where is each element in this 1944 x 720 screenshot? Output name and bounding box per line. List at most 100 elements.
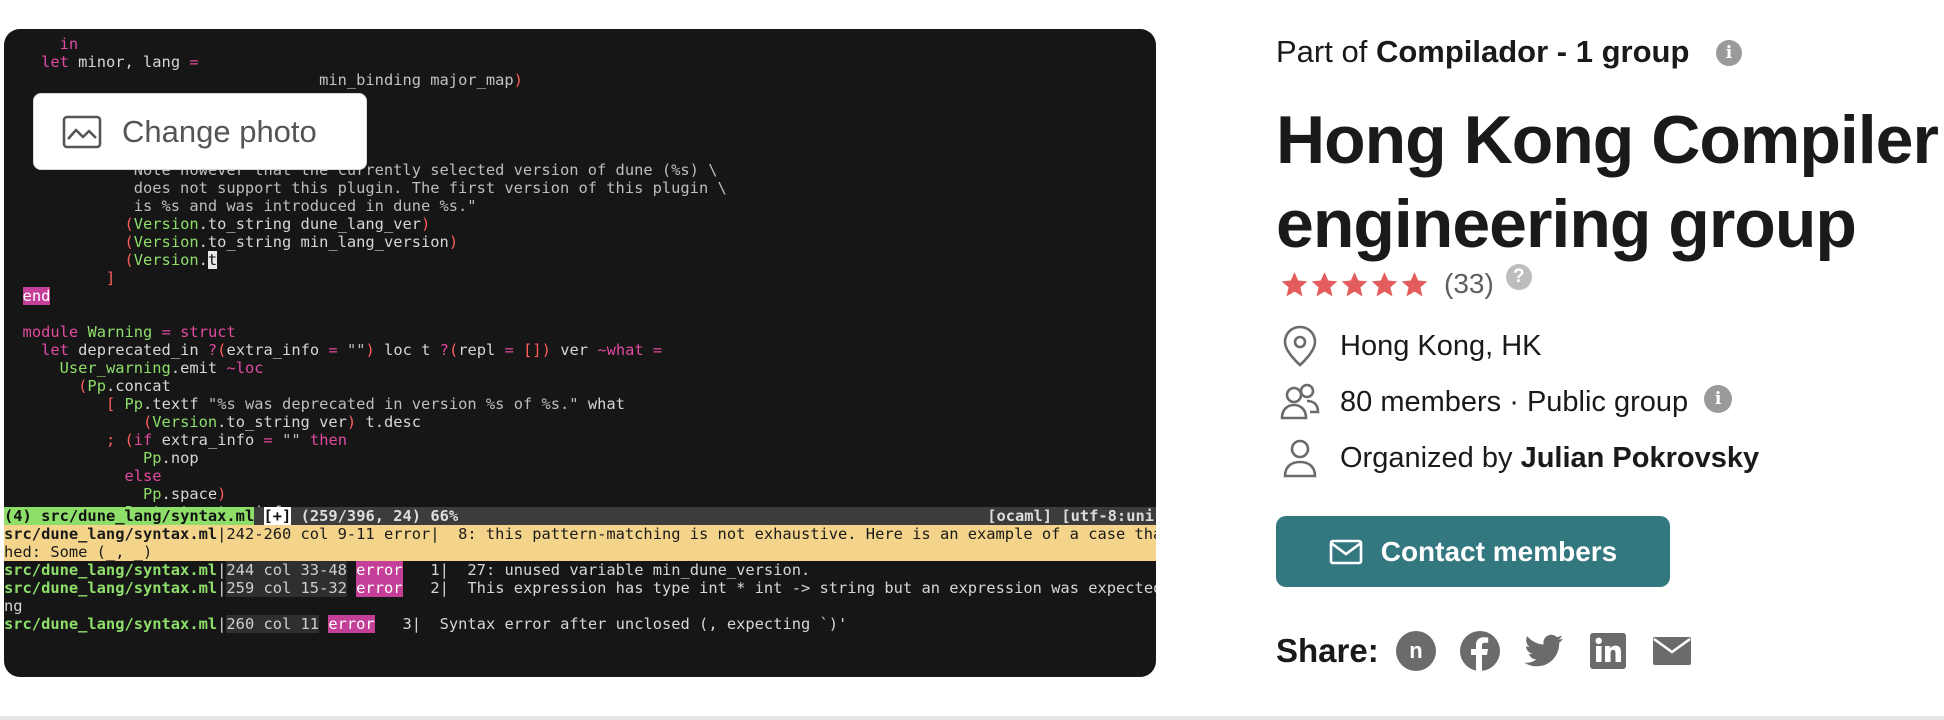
error-row: src/dune_lang/syntax.ml|244 col 33-48 er… [4, 561, 1156, 579]
editor-modeline: (4) src/dune_lang/syntax.ml [+] (259/396… [4, 507, 1156, 525]
error-sep [403, 561, 431, 579]
code-line: module Warning = struct [22, 323, 236, 341]
code-line: User_warning.emit ~loc [59, 359, 264, 377]
error-list: src/dune_lang/syntax.ml|242-260 col 9-11… [4, 525, 1156, 633]
error-level: error [356, 579, 403, 597]
error-file: src/dune_lang/syntax.ml [4, 525, 218, 543]
error-loc: 244 col 33-48 [226, 561, 347, 579]
code-line: let minor, lang = [41, 53, 199, 71]
group-location: Hong Kong, HK [1280, 324, 1542, 368]
email-icon[interactable] [1651, 630, 1693, 672]
modeline-modified: [+] [263, 507, 292, 525]
bottom-divider [0, 716, 1944, 720]
star-icon [1371, 271, 1398, 296]
error-row: ng [4, 597, 1156, 615]
code-line: (Version.to_string ver) t.desc [143, 413, 422, 431]
share-label: Share: [1276, 632, 1379, 669]
organizer-link[interactable]: Julian Pokrovsky [1521, 442, 1760, 475]
error-loc: 242-260 col 9-11 [226, 525, 375, 543]
code-line: ; (if extra_info = "" then [105, 431, 347, 449]
info-icon[interactable]: i [1704, 385, 1733, 413]
modeline-buffer-id: (4) [4, 507, 32, 525]
error-row: src/dune_lang/syntax.ml|242-260 col 9-11… [4, 525, 1156, 543]
info-icon[interactable]: i [1716, 40, 1743, 66]
twitter-icon[interactable] [1523, 630, 1565, 672]
error-level: error [383, 525, 431, 543]
location-pin-icon [1283, 325, 1317, 367]
error-file: src/dune_lang/syntax.ml [4, 615, 218, 633]
code-line: does not support this plugin. The first … [4, 179, 727, 197]
image-icon [62, 115, 102, 148]
part-of-prefix: Part of [1276, 34, 1368, 69]
network-link[interactable]: Compilador - 1 group [1376, 34, 1689, 69]
star-icon [1281, 271, 1308, 296]
star-icon [1401, 271, 1428, 296]
error-row: hed: Some (_, _) [4, 543, 1156, 561]
error-row: src/dune_lang/syntax.ml|260 col 11 error… [4, 615, 1156, 633]
rating-count: (33) [1444, 268, 1494, 299]
svg-text:n: n [1409, 638, 1422, 663]
code-line: let deprecated_in ?(extra_info = "") loc… [41, 341, 663, 359]
error-level: error [328, 615, 375, 633]
error-msg: ng [4, 597, 23, 615]
error-sep: | [439, 561, 468, 579]
error-sep: | [430, 525, 459, 543]
error-msg: Syntax error after unclosed (, expecting… [439, 615, 848, 633]
part-of-line: Part of Compilador - 1 group i [1276, 34, 1743, 70]
group-organizer: Organized by Julian Pokrovsky [1280, 436, 1759, 480]
title-line-2: engineering group [1276, 186, 1857, 262]
code-line: end [22, 287, 51, 305]
star-icon [1311, 271, 1338, 296]
modeline-position: (259/396, 24) 66% [300, 507, 459, 525]
error-sep [375, 615, 403, 633]
error-sep: | [411, 615, 440, 633]
meetup-icon[interactable]: n [1395, 630, 1437, 672]
code-line: Pp.space) [143, 485, 227, 503]
error-msg: hed: Some (_, _) [4, 543, 153, 561]
error-loc: 259 col 15-32 [226, 579, 347, 597]
help-icon[interactable]: ? [1505, 264, 1532, 290]
code-line: (Version.t [124, 251, 218, 269]
error-sep: | [217, 525, 227, 543]
code-line: (Pp.concat [78, 377, 171, 395]
rating[interactable]: (33) ? [1280, 264, 1532, 300]
error-num: 2 [430, 579, 440, 597]
change-photo-label: Change photo [122, 113, 317, 149]
title-line-1: Hong Kong Compiler [1276, 102, 1939, 178]
modeline-file: src/dune_lang/syntax.ml [41, 507, 255, 525]
error-sep [403, 579, 431, 597]
person-icon [1283, 439, 1317, 478]
star-icon [1341, 271, 1368, 296]
change-photo-button[interactable]: Change photo [33, 93, 367, 170]
group-members: 80 members · Public group i [1280, 380, 1733, 424]
error-num: 3 [402, 615, 412, 633]
code-line: (Version.to_string min_lang_version) [124, 233, 459, 251]
error-msg: 27: unused variable min_dune_version. [467, 561, 811, 579]
members-text: 80 members · Public group [1340, 385, 1689, 418]
contact-members-label: Contact members [1380, 535, 1618, 567]
error-sep: | [217, 561, 227, 579]
error-msg: 8: this pattern-matching is not exhausti… [458, 525, 1156, 543]
members-icon [1280, 383, 1320, 420]
error-level: error [356, 561, 403, 579]
error-num: 1 [430, 561, 440, 579]
linkedin-icon[interactable] [1587, 630, 1629, 672]
code-line: ] [105, 269, 116, 287]
error-sep: | [217, 579, 227, 597]
code-line: in [4, 35, 79, 53]
code-line: min_binding major_map) [319, 71, 523, 89]
code-line: (Version.to_string dune_lang_ver) [124, 215, 431, 233]
code-line: [ Pp.textf "%s was deprecated in version… [105, 395, 625, 413]
code-line: else [124, 467, 162, 485]
contact-members-button[interactable]: Contact members [1276, 516, 1670, 587]
error-sep: | [217, 615, 227, 633]
error-file: src/dune_lang/syntax.ml [4, 561, 218, 579]
page-title: Hong Kong Compiler engineering group [1276, 98, 1939, 266]
modeline-spacer [31, 507, 42, 525]
error-msg: This expression has type int * int -> st… [467, 579, 1156, 597]
envelope-icon [1329, 539, 1363, 564]
error-file: src/dune_lang/syntax.ml [4, 579, 218, 597]
code-line: Pp.nop [143, 449, 199, 467]
facebook-icon[interactable] [1459, 630, 1501, 672]
